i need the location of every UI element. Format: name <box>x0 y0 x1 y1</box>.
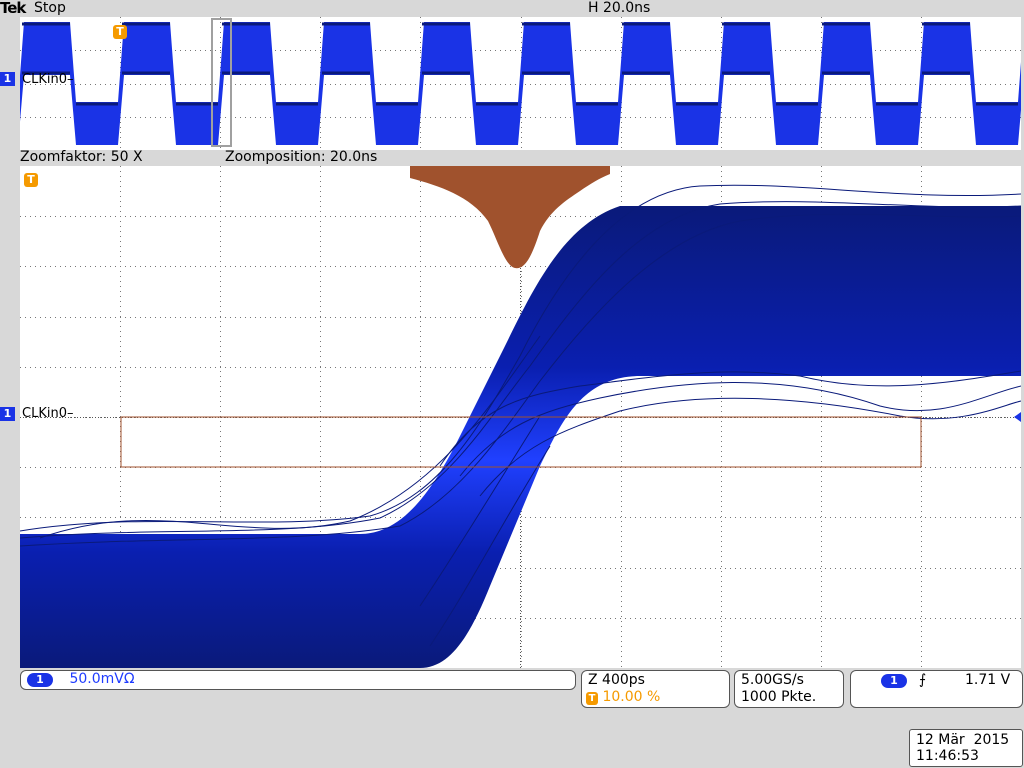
overview-low-segment <box>770 22 818 145</box>
trigger-level-indicator <box>1014 412 1021 422</box>
acquisition-box[interactable]: 5.00GS/s 1000 Pkte. <box>734 670 844 708</box>
channel-scale: 50.0mVΩ <box>69 671 135 687</box>
zoom-channel-label: CLKin0– <box>22 406 74 421</box>
overview-channel-label: CLKin0– <box>22 72 74 87</box>
run-state[interactable]: Stop <box>34 0 66 16</box>
overview-high-segment <box>618 22 670 145</box>
overview-high-segment <box>1018 62 1021 145</box>
overview-low-segment <box>570 22 618 145</box>
overview-low-segment <box>870 22 918 145</box>
overview-channel-marker[interactable]: 1 <box>0 72 15 86</box>
overview-low-segment <box>470 22 518 145</box>
zoom-timebase-box[interactable]: Z 400ps T 10.00 % <box>581 670 730 708</box>
overview-trigger-marker[interactable]: T <box>113 25 127 39</box>
overview-low-segment <box>370 22 418 145</box>
overview-low-segment <box>670 22 718 145</box>
trigger-box[interactable]: 1 ⨍ 1.71 V <box>850 670 1023 708</box>
trigger-position-icon: T <box>586 692 598 705</box>
brand-logo: Tek <box>0 0 26 17</box>
zoom-waveform-window[interactable] <box>20 166 1021 668</box>
overview-low-segment <box>70 22 118 145</box>
zoom-position: Zoomposition: 20.0ns <box>225 149 378 165</box>
overview-high-segment <box>518 22 570 145</box>
overview-trace <box>20 22 1021 145</box>
overview-low-segment <box>970 22 1018 145</box>
horizontal-scale[interactable]: H 20.0ns <box>588 0 650 16</box>
trigger-level: 1.71 V <box>965 672 1011 688</box>
zoom-waveform <box>20 166 1021 668</box>
zoom-trigger-marker[interactable]: T <box>24 173 38 187</box>
time: 11:46:53 <box>916 748 979 764</box>
zoom-timebase: Z 400ps <box>588 672 645 688</box>
datetime-box: 12 Mär 2015 11:46:53 <box>909 729 1023 767</box>
overview-high-segment <box>418 22 470 145</box>
overview-high-segment <box>818 22 870 145</box>
overview-waveform-window[interactable] <box>20 17 1021 150</box>
overview-low-segment <box>270 22 318 145</box>
zoom-channel-marker[interactable]: 1 <box>0 407 15 421</box>
record-length: 1000 Pkte. <box>741 689 817 705</box>
channel-badge: 1 <box>27 673 53 687</box>
overview-low-segment <box>170 22 218 145</box>
date: 12 Mär 2015 <box>916 732 1010 748</box>
top-status-bar: Tek Stop H 20.0ns <box>0 0 1024 17</box>
overview-high-segment <box>918 22 970 145</box>
overview-waveform <box>20 17 1021 150</box>
overview-high-segment <box>118 22 170 145</box>
sample-rate: 5.00GS/s <box>741 672 804 688</box>
overview-high-segment <box>218 22 270 145</box>
overview-high-segment <box>318 22 370 145</box>
trigger-channel-badge: 1 <box>881 674 907 688</box>
trigger-position: 10.00 % <box>602 689 661 705</box>
overview-high-segment <box>718 22 770 145</box>
zoom-factor: Zoomfaktor: 50 X <box>20 149 143 165</box>
rising-edge-icon: ⨍ <box>919 672 927 688</box>
zoom-info-bar: Zoomfaktor: 50 X Zoomposition: 20.0ns <box>20 149 1021 165</box>
channel-readout-box[interactable]: 1 50.0mVΩ <box>20 670 576 690</box>
